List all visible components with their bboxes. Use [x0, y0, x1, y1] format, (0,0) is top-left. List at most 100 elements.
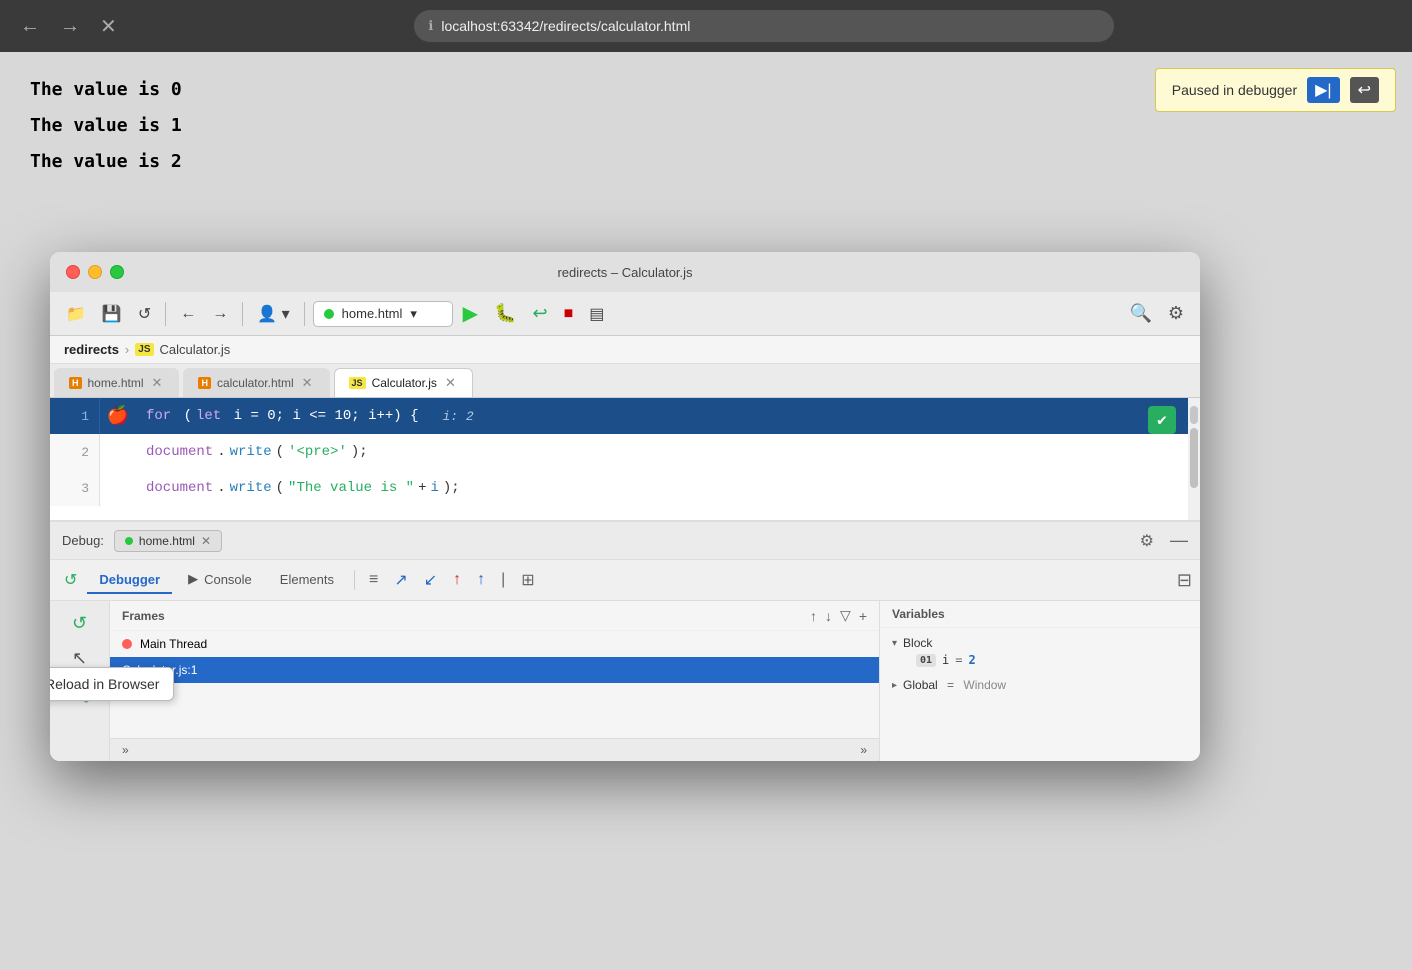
step-button[interactable]: ↩ — [526, 299, 553, 328]
breadcrumb-separator: › — [125, 342, 129, 357]
settings-button[interactable]: ⚙ — [1162, 299, 1190, 328]
frame-main-thread[interactable]: Main Thread — [110, 631, 879, 657]
screen-button[interactable]: ▤ — [583, 300, 610, 328]
tab-close-3[interactable]: ✕ — [443, 375, 458, 391]
tab-label-1: home.html — [88, 376, 144, 390]
frame-dot-main — [122, 639, 132, 649]
debug-file-tab[interactable]: home.html ✕ — [114, 530, 222, 552]
grid-view-button[interactable]: ⊞ — [515, 566, 540, 594]
frames-add-button[interactable]: + — [859, 607, 867, 624]
scrollbar-right[interactable] — [1188, 398, 1200, 520]
tab-label-3: Calculator.js — [372, 376, 437, 390]
debugger-reload-side-button[interactable]: ↺ — [68, 609, 91, 638]
frames-up-button[interactable]: ↑ — [810, 607, 817, 624]
tab-calculator-js[interactable]: JS Calculator.js ✕ — [334, 368, 473, 397]
window-minimize-button[interactable] — [88, 265, 102, 279]
scrollbar-thumb[interactable] — [1190, 428, 1198, 488]
open-folder-button[interactable]: 📁 — [60, 300, 92, 328]
stop-button[interactable]: ■ — [558, 301, 580, 327]
step-over-button[interactable]: ≡ — [363, 567, 384, 593]
browser-back-button[interactable]: ← — [16, 11, 44, 42]
code-paren-4: ( — [276, 480, 284, 496]
debugger-banner-text: Paused in debugger — [1172, 82, 1297, 98]
line-breakpoint-1[interactable]: 🍎 — [100, 398, 136, 434]
debugger-step-button[interactable]: ↩ — [1350, 77, 1379, 103]
frames-filter-button[interactable]: ▽ — [840, 607, 851, 624]
tab-close-1[interactable]: ✕ — [150, 375, 165, 391]
scrollbar-position-indicator — [1190, 406, 1198, 424]
debug-gear-icon[interactable]: ⚙ — [1140, 531, 1154, 551]
frames-controls: ↑ ↓ ▽ + — [810, 607, 867, 624]
toolbar-separator-2 — [242, 302, 243, 326]
code-line-3: 3 document.write("The value is " + i); — [50, 470, 1200, 506]
debug-button[interactable]: 🐛 — [488, 299, 522, 328]
block-group-label: Block — [903, 636, 932, 650]
step-into-button[interactable]: ↗ — [388, 566, 413, 594]
step-down-button[interactable]: ↙ — [418, 566, 443, 594]
debug-expand-right-button[interactable]: » — [856, 741, 871, 759]
line-content-1: for ( let i = 0; i <= 10; i++) { i: 2 — [136, 398, 1200, 434]
back-button[interactable]: ← — [174, 301, 202, 327]
search-button[interactable]: 🔍 — [1123, 299, 1157, 328]
cursor-button[interactable]: | — [495, 567, 511, 593]
window-maximize-button[interactable] — [110, 265, 124, 279]
debugger-reload-button[interactable]: ↺ — [58, 566, 83, 594]
line-content-2: document.write('<pre>'); — [136, 434, 1200, 470]
tab-label-2: calculator.html — [217, 376, 294, 390]
debugger-resume-button[interactable]: ▶| — [1307, 77, 1339, 103]
code-string-1: '<pre>' — [288, 444, 347, 460]
tab-elements[interactable]: Elements — [268, 567, 346, 594]
browser-content: The value is 0 The value is 1 The value … — [0, 52, 1412, 970]
address-bar[interactable]: ℹ localhost:63342/redirects/calculator.h… — [414, 10, 1114, 42]
line-breakpoint-3[interactable] — [100, 470, 136, 506]
frame-calculator-js[interactable]: Calculator.js:1 — [110, 657, 879, 683]
tab-console[interactable]: ▶ Console — [176, 566, 264, 594]
run-button[interactable]: ▶ — [457, 297, 484, 330]
ide-titlebar: redirects – Calculator.js — [50, 252, 1200, 292]
code-keyword-let: let — [196, 408, 221, 424]
run-target-dropdown[interactable]: home.html ▾ — [313, 301, 453, 327]
forward-button[interactable]: → — [206, 301, 234, 327]
debug-minimize-icon[interactable]: — — [1170, 530, 1188, 551]
frame-main-thread-label: Main Thread — [140, 637, 207, 651]
frames-down-button[interactable]: ↓ — [825, 607, 832, 624]
dropdown-chevron-icon: ▾ — [410, 306, 417, 322]
code-keyword-for: for — [146, 408, 171, 424]
variable-group-global-header[interactable]: ▸ Global = Window — [892, 678, 1188, 692]
save-button[interactable]: 💾 — [96, 300, 128, 328]
debugger-banner: Paused in debugger ▶| ↩ — [1155, 68, 1396, 112]
window-close-button[interactable] — [66, 265, 80, 279]
code-string-2: "The value is " — [288, 480, 414, 496]
variable-group-block-header[interactable]: ▾ Block — [892, 636, 1188, 650]
dropdown-label: home.html — [342, 306, 403, 321]
debug-panel: Debug: home.html ✕ ⚙ — ↺ Debugger ▶ Cons… — [50, 520, 1200, 761]
layout-button[interactable]: ⊟ — [1177, 570, 1192, 591]
block-chevron-icon: ▾ — [892, 638, 897, 649]
code-write-1: write — [230, 444, 272, 460]
tab-home-html[interactable]: H home.html ✕ — [54, 368, 179, 397]
tab-debugger[interactable]: Debugger — [87, 567, 172, 594]
breadcrumb-file: Calculator.js — [160, 342, 231, 357]
debug-toolbar: ↺ Debugger ▶ Console Elements ≡ ↗ ↙ ↑ ↑ … — [50, 560, 1200, 601]
user-button[interactable]: 👤 ▾ — [251, 300, 295, 328]
debug-file-close[interactable]: ✕ — [201, 534, 211, 548]
breadcrumb: redirects › JS Calculator.js — [50, 336, 1200, 364]
browser-close-button[interactable]: ✕ — [96, 10, 121, 43]
line-breakpoint-2[interactable] — [100, 434, 136, 470]
file-tabs: H home.html ✕ H calculator.html ✕ JS Cal… — [50, 364, 1200, 398]
tab-icon-js: JS — [349, 377, 366, 389]
variable-i: 01 i = 2 — [892, 650, 1188, 670]
frames-list: Main Thread Calculator.js:1 — [110, 631, 879, 738]
reload-button[interactable]: ↺ — [132, 300, 157, 328]
tab-calculator-html[interactable]: H calculator.html ✕ — [183, 368, 329, 397]
debug-footer: » » — [110, 738, 879, 761]
step-back-button[interactable]: ↑ — [471, 567, 491, 593]
output-line-3: The value is 2 — [30, 144, 1382, 180]
ide-window: redirects – Calculator.js 📁 💾 ↺ ← → 👤 ▾ … — [50, 252, 1200, 761]
var-value-i: 2 — [969, 653, 976, 667]
step-out-button[interactable]: ↑ — [447, 567, 467, 593]
tab-close-2[interactable]: ✕ — [300, 375, 315, 391]
browser-forward-button[interactable]: → — [56, 11, 84, 42]
debug-expand-button[interactable]: » — [118, 741, 133, 759]
var-name-i: i — [942, 653, 949, 667]
